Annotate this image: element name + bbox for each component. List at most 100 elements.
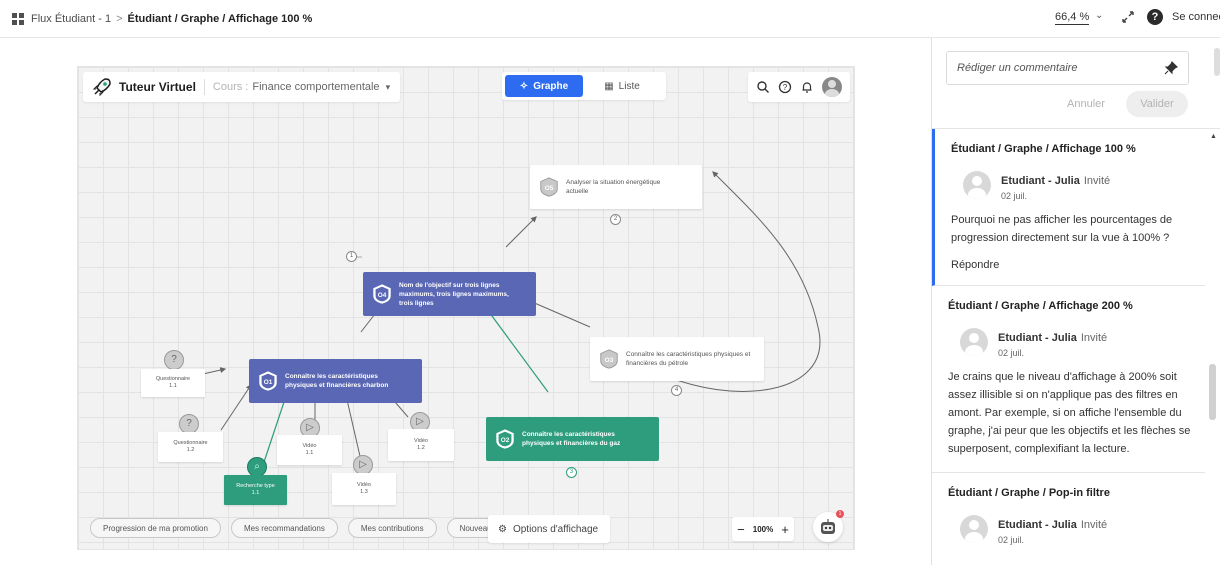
resource-type: Vidéo [357,482,371,488]
tab-liste[interactable]: ▦ Liste [583,75,661,97]
objective-node-o3[interactable]: O3 Connaître les caractéristiques physiq… [590,337,764,381]
objective-badge-icon: O5 [540,177,558,197]
resource-type: Vidéo [414,438,428,444]
resource-recherche-type-1-1[interactable]: Recherche type 1.1 [224,475,287,505]
thread-item[interactable]: Étudiant / Graphe / Pop-in filtre Etudia… [932,473,1205,565]
display-options-button[interactable]: ⚙ Options d'affichage [488,515,610,543]
comments-panel: Rédiger un commentaire Annuler Valider É… [931,38,1220,565]
author-name: Etudiant - Julia [998,332,1077,344]
author-row: Etudiant - Julia Invité 02 juil. [960,515,1191,545]
list-icon: ▦ [604,80,614,92]
bell-icon[interactable] [800,80,814,94]
objective-badge-text: O5 [545,185,554,192]
resource-type: Questionnaire [173,440,208,446]
comment-body: Pourquoi ne pas afficher les pourcentage… [951,214,1173,244]
author-row: Etudiant - Julia Invité 02 juil. [960,328,1191,358]
breadcrumb-current: Étudiant / Graphe / Affichage 100 % [127,12,313,25]
grid-icon[interactable] [12,12,24,25]
connect-link[interactable]: Se connecter [1172,11,1220,23]
zoom-in-button[interactable]: + [779,522,791,537]
tab-graphe-label: Graphe [533,80,569,92]
chevron-down-icon[interactable]: ⌄ [1095,10,1103,21]
objective-badge-text: O2 [501,437,510,444]
thread-title: Étudiant / Graphe / Affichage 200 % [948,300,1133,312]
zoom-out-button[interactable]: − [735,522,747,537]
top-bar: Flux Étudiant - 1 > Étudiant / Graphe / … [0,0,1220,38]
scrollbar[interactable] [1214,48,1220,76]
objective-node-o5[interactable]: O5 Analyser la situation énergétique act… [530,165,702,209]
comment-body: Je crains que le niveau d'affichage à 20… [948,371,1191,455]
canvas-area: Tuteur Virtuel Cours : Finance comportem… [0,38,930,565]
filter-progression[interactable]: Progression de ma promotion [90,518,221,538]
objective-badge-text: O1 [264,379,273,386]
thread-title: Étudiant / Graphe / Pop-in filtre [948,487,1110,499]
breadcrumb-root[interactable]: Flux Étudiant - 1 [31,13,111,25]
scroll-up-icon[interactable]: ▲ [1210,133,1217,140]
resource-video-1-1[interactable]: Vidéo 1.1 [277,435,342,465]
robot-icon [821,519,835,534]
cancel-button[interactable]: Annuler [1060,92,1112,116]
progress-badge: 3 [566,467,577,478]
chevron-down-icon[interactable]: ▾ [386,82,391,93]
objective-label: Analyser la situation énergétique actuel… [566,179,661,195]
thread-item[interactable]: Étudiant / Graphe / Affichage 100 % Etud… [932,129,1205,286]
comment-date: 02 juil. [998,348,1025,358]
objective-label: Nom de l'objectif sur trois lignes maxim… [399,281,509,307]
resource-num: 1.2 [186,447,195,453]
app-header: Tuteur Virtuel Cours : Finance comportem… [83,72,401,102]
resource-video-1-2[interactable]: Vidéo 1.2 [388,429,454,461]
view-toggle: ✧ Graphe ▦ Liste [502,72,666,100]
resource-type: Vidéo [302,443,317,449]
sparkle-icon: ✧ [519,80,529,92]
search-icon[interactable] [756,80,770,94]
help-circle-icon[interactable]: ? [778,80,792,94]
app-frame: Tuteur Virtuel Cours : Finance comportem… [77,66,855,550]
app-header-actions: ? [748,72,850,102]
objective-label: Connaître les caractéristiques physiques… [285,373,389,389]
author-role: Invité [1083,175,1111,187]
avatar [963,171,991,199]
assistant-robot-button[interactable]: 1 [813,510,844,542]
sliders-icon: ⚙ [498,523,507,535]
objective-node-o2[interactable]: O2 Connaître les caractéristiques physiq… [486,417,659,461]
objective-badge-icon: O1 [259,371,277,391]
filter-contributions[interactable]: Mes contributions [347,518,437,538]
display-options-label: Options d'affichage [512,523,599,535]
thread-scrollbar[interactable]: ▲ [1205,128,1220,565]
play-icon: ▷ [353,455,373,475]
search-resource-icon: ⌕ [247,457,267,477]
avatar[interactable] [822,77,842,97]
comment-placeholder: Rédiger un commentaire [957,62,1078,74]
zoom-control: − 100% + [732,517,794,541]
scrollbar-thumb[interactable] [1209,364,1216,420]
resource-num: 1.2 [417,445,425,451]
help-icon[interactable]: ? [1147,9,1163,25]
zoom-select[interactable]: 66,4 % [1055,11,1090,25]
objective-badge-icon: O2 [496,429,514,449]
thread-item[interactable]: Étudiant / Graphe / Affichage 200 % Etud… [932,286,1205,473]
tab-graphe[interactable]: ✧ Graphe [505,75,583,97]
pin-icon[interactable] [1164,61,1178,75]
validate-button[interactable]: Valider [1126,91,1188,117]
resource-questionnaire-1-2[interactable]: Questionnaire 1.2 [158,432,223,462]
objective-node-o4[interactable]: O4 Nom de l'objectif sur trois lignes ma… [363,272,536,316]
objective-badge-text: O3 [605,357,614,364]
resource-questionnaire-1-1[interactable]: Questionnaire 1.1 [141,369,205,397]
objective-badge-icon: O4 [373,284,391,304]
progress-badge: 2 [610,214,621,225]
footer-filters: Progression de ma promotion Mes recomman… [78,512,516,544]
expand-icon[interactable] [1120,9,1136,25]
tab-liste-label: Liste [618,80,640,92]
avatar [960,328,988,356]
author-row: Etudiant - Julia Invité 02 juil. [963,171,1191,201]
objective-badge-icon: O3 [600,349,618,369]
filter-recommandations[interactable]: Mes recommandations [230,518,338,538]
author-role: Invité [1080,519,1108,531]
comment-input[interactable]: Rédiger un commentaire [946,51,1189,85]
objective-node-o1[interactable]: O1 Connaître les caractéristiques physiq… [249,359,422,403]
objective-label: Connaître les caractéristiques physiques… [522,431,621,447]
course-select[interactable]: Finance comportementale [252,81,379,93]
thread-list: Étudiant / Graphe / Affichage 100 % Etud… [932,128,1205,565]
reply-button[interactable]: Répondre [951,259,1191,271]
resource-video-1-3[interactable]: Vidéo 1.3 [332,473,396,505]
